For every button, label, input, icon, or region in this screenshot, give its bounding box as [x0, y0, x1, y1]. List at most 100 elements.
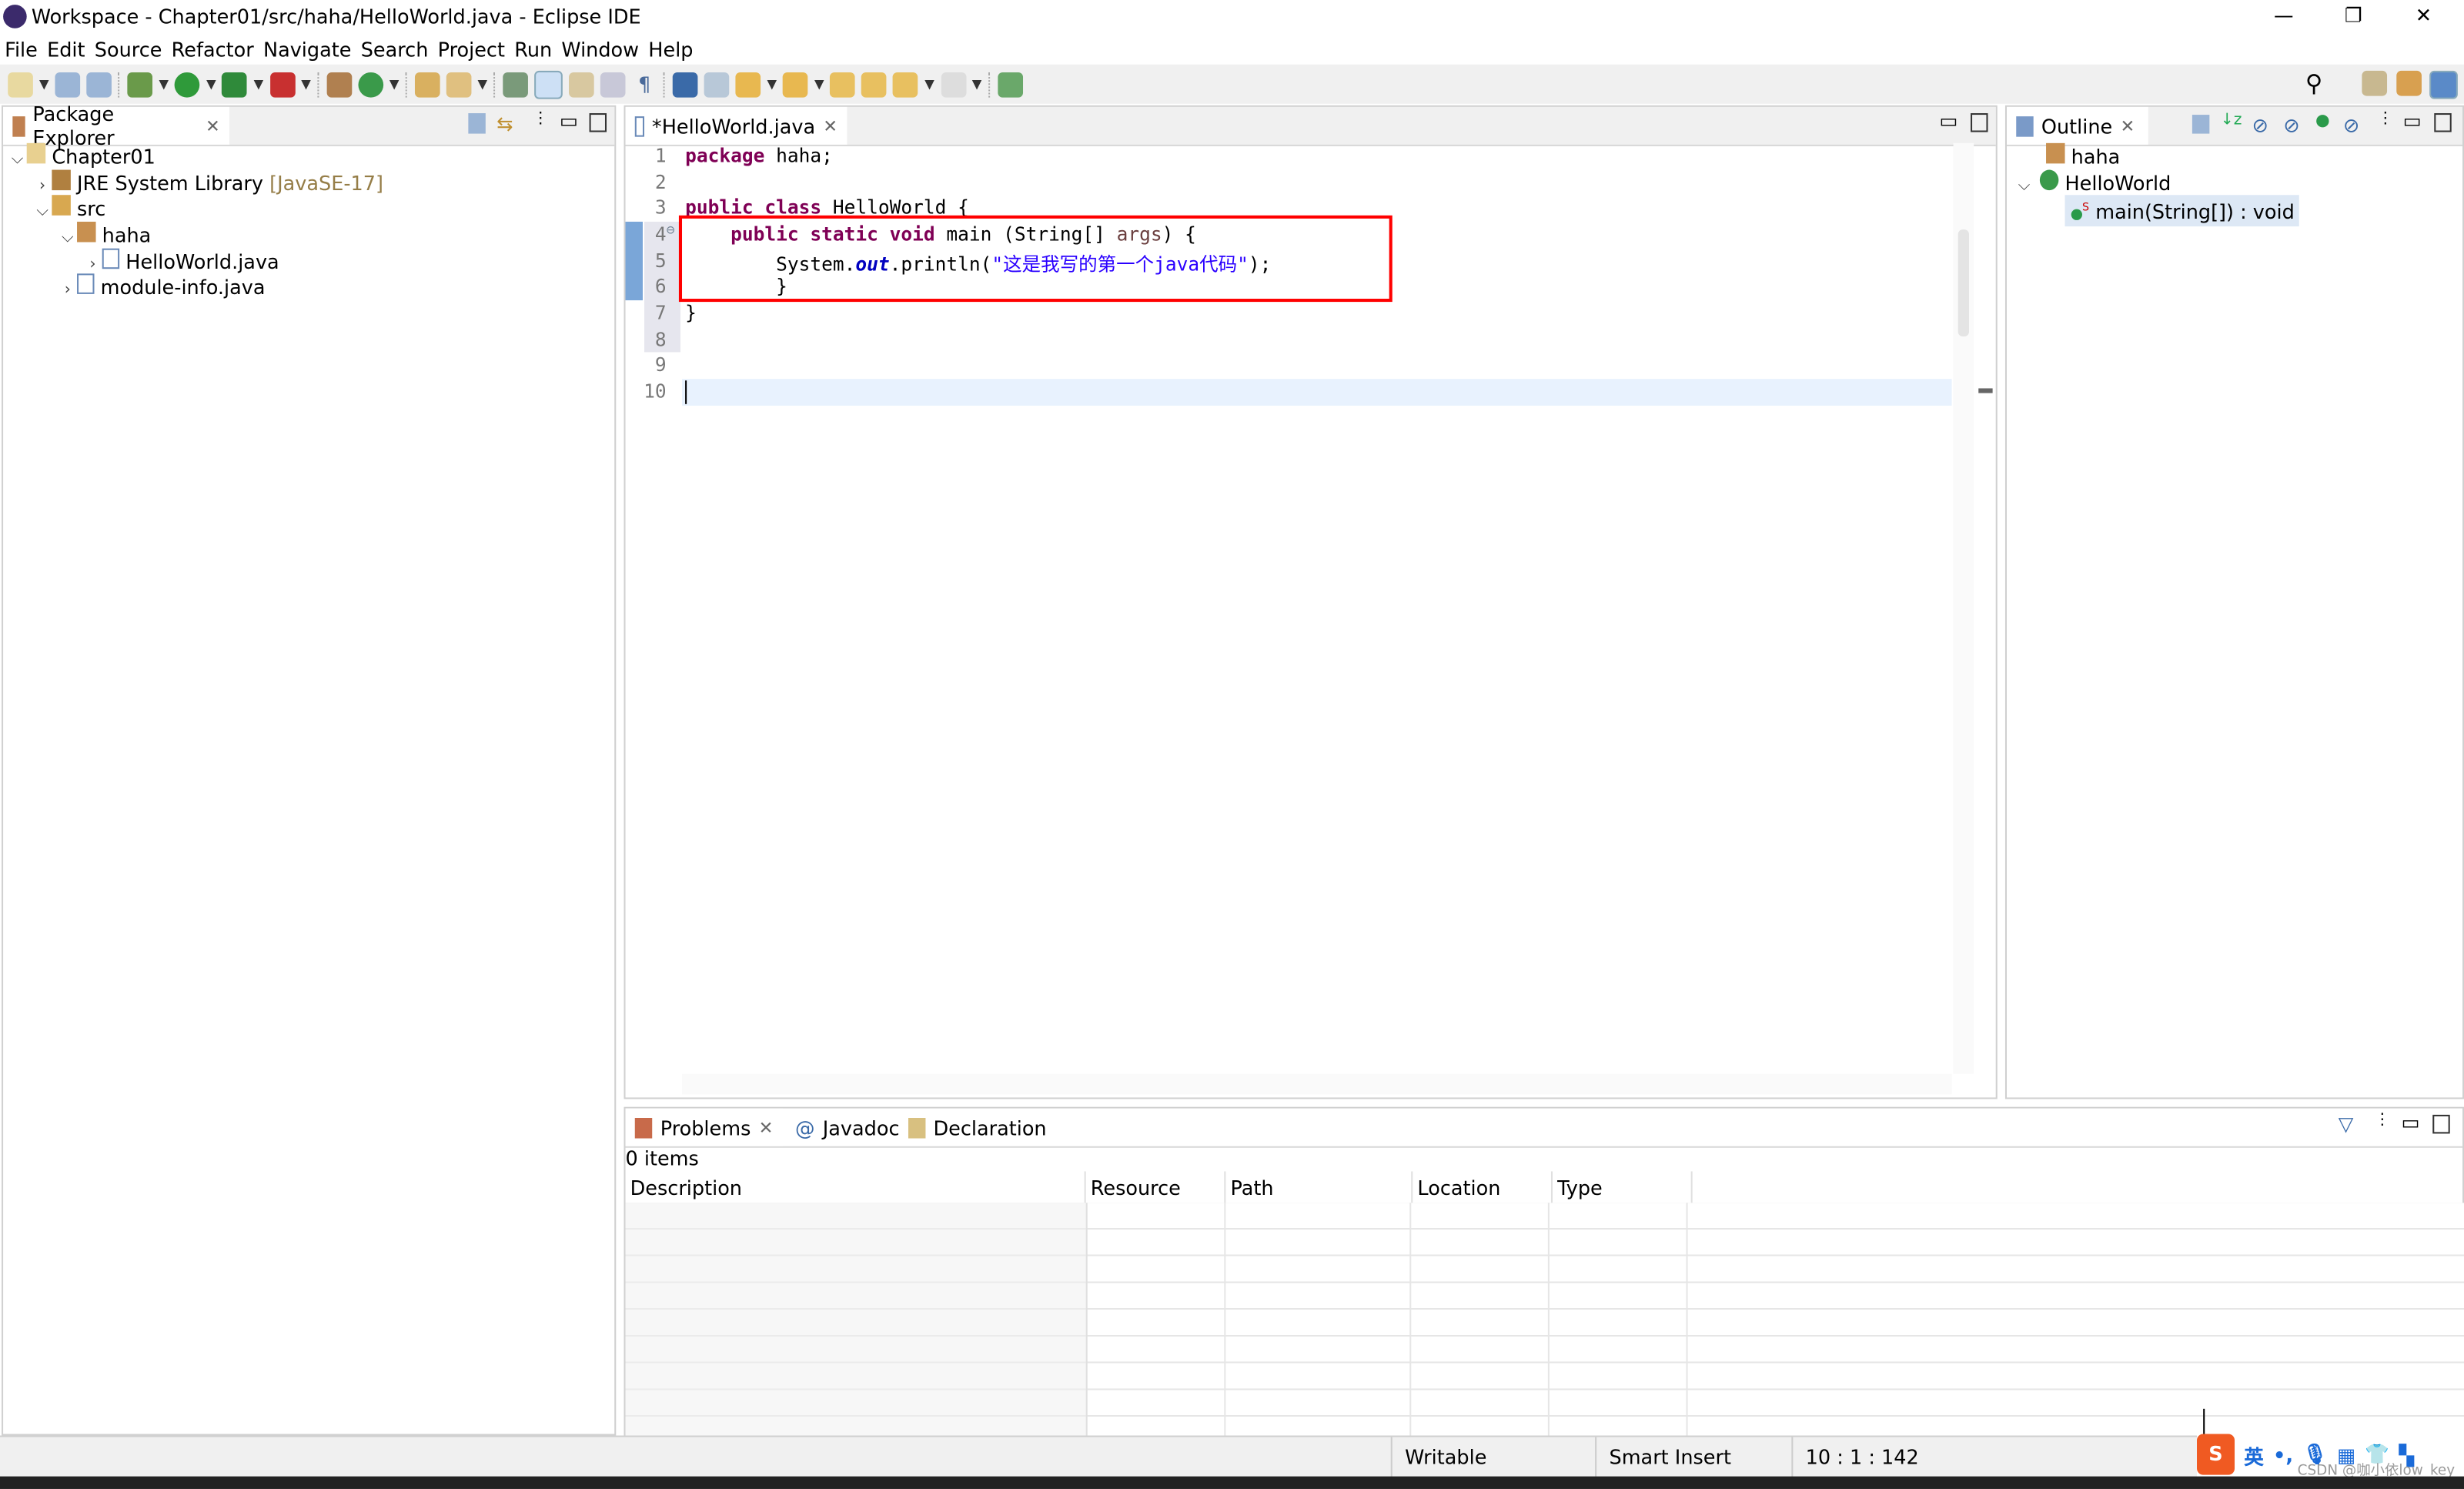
maximize-view-icon[interactable]: [1971, 113, 1988, 132]
restore-button[interactable]: ❐: [2345, 3, 2362, 27]
status-insert-mode[interactable]: Smart Insert: [1595, 1437, 1731, 1478]
dropdown-icon[interactable]: ▼: [254, 77, 264, 91]
next-annotation-icon[interactable]: [735, 71, 761, 97]
forward-icon[interactable]: [940, 71, 966, 97]
menu-window[interactable]: Window: [557, 35, 644, 65]
annotation-highlight-box: [678, 215, 1392, 303]
outline-item-method[interactable]: S main(String[]) : void: [2014, 195, 2299, 227]
save-icon[interactable]: [55, 71, 81, 97]
new-icon[interactable]: [8, 71, 33, 97]
menu-file[interactable]: File: [0, 35, 42, 65]
view-menu-icon[interactable]: ⋮: [533, 110, 548, 127]
mark-occurrences-icon[interactable]: [534, 69, 563, 99]
tab-declaration[interactable]: Declaration: [899, 1109, 1056, 1146]
view-menu-icon[interactable]: ⋮: [2375, 1112, 2390, 1129]
column-resource[interactable]: Resource: [1085, 1171, 1226, 1203]
menu-navigate[interactable]: Navigate: [259, 35, 356, 65]
menu-source[interactable]: Source: [90, 35, 167, 65]
menu-edit[interactable]: Edit: [42, 35, 90, 65]
link-with-editor-icon[interactable]: ⇆: [496, 112, 513, 136]
tab-package-explorer[interactable]: Package Explorer ✕: [3, 102, 230, 149]
code-editor[interactable]: 1 2 3 4 5 6 7 8 9 10 ⊖ package haha; pub…: [0, 143, 1952, 1071]
whitespace-icon[interactable]: ¶: [632, 72, 657, 97]
minimize-view-icon[interactable]: ▭: [2402, 109, 2421, 132]
debug-icon[interactable]: [127, 71, 153, 97]
dropdown-icon[interactable]: ▼: [206, 77, 216, 91]
outline-item-package[interactable]: haha: [2014, 142, 2299, 169]
column-type[interactable]: Type: [1551, 1171, 1693, 1203]
menu-project[interactable]: Project: [433, 35, 510, 65]
close-button[interactable]: ✕: [2416, 3, 2432, 27]
tab-javadoc[interactable]: @ Javadoc: [786, 1109, 899, 1146]
ime-language[interactable]: 英: [2244, 1440, 2264, 1470]
java-perspective-icon[interactable]: [2429, 70, 2458, 99]
dropdown-icon[interactable]: ▼: [477, 77, 487, 91]
dropdown-icon[interactable]: ▼: [924, 77, 934, 91]
dropdown-icon[interactable]: ▼: [972, 77, 982, 91]
menu-search[interactable]: Search: [356, 35, 433, 65]
save-all-icon[interactable]: [86, 71, 112, 97]
tab-outline[interactable]: Outline ✕: [2006, 106, 2148, 145]
close-tab-icon[interactable]: ✕: [2120, 115, 2135, 136]
back-icon[interactable]: [893, 71, 919, 97]
minimize-view-icon[interactable]: ▭: [2401, 1110, 2419, 1134]
last-edit-icon[interactable]: [830, 71, 856, 97]
dropdown-icon[interactable]: ▼: [301, 77, 311, 91]
search-tool-icon[interactable]: [446, 71, 472, 97]
forward-edit-icon[interactable]: [861, 71, 888, 97]
menu-help[interactable]: Help: [644, 35, 697, 65]
horizontal-scrollbar[interactable]: [682, 1073, 1952, 1095]
maximize-view-icon[interactable]: [2434, 113, 2452, 132]
open-task-icon[interactable]: [503, 71, 529, 97]
word-wrap-icon[interactable]: [569, 71, 594, 97]
column-location[interactable]: Location: [1412, 1171, 1553, 1203]
maximize-view-icon[interactable]: [2432, 1114, 2450, 1134]
dropdown-icon[interactable]: ▼: [39, 77, 49, 91]
close-tab-icon[interactable]: ✕: [206, 115, 220, 136]
ime-punctuation[interactable]: •,: [2273, 1443, 2293, 1467]
search-icon[interactable]: ⚲: [2305, 69, 2322, 98]
hide-local-types-icon[interactable]: ⊘: [2343, 113, 2359, 137]
collapse-all-icon[interactable]: [2192, 115, 2210, 134]
tab-helloworld-java[interactable]: *HelloWorld.java ✕: [625, 106, 848, 145]
view-menu-icon[interactable]: ⋮: [2378, 110, 2393, 127]
filter-icon[interactable]: ▽: [2339, 1112, 2354, 1136]
fold-collapse-icon[interactable]: ⊖: [667, 223, 675, 239]
dropdown-icon[interactable]: ▼: [389, 77, 400, 91]
scrollbar-thumb[interactable]: [1957, 229, 1969, 337]
vertical-scrollbar[interactable]: [1953, 142, 1974, 1074]
collapse-all-icon[interactable]: [468, 113, 486, 134]
close-tab-icon[interactable]: ✕: [823, 115, 837, 136]
hide-fields-icon[interactable]: ⊘: [2252, 113, 2268, 137]
dropdown-icon[interactable]: ▼: [814, 77, 824, 91]
external-tools-icon[interactable]: [269, 71, 296, 97]
close-tab-icon[interactable]: ✕: [759, 1117, 774, 1138]
tab-problems[interactable]: Problems ✕: [625, 1108, 783, 1146]
hide-nonpublic-icon[interactable]: [2316, 115, 2329, 128]
open-type-icon[interactable]: [414, 71, 440, 97]
sort-icon[interactable]: ↓z: [2221, 112, 2242, 129]
pin-editor-icon[interactable]: [997, 71, 1023, 97]
open-perspective-icon[interactable]: [2362, 70, 2388, 96]
previous-annotation-icon[interactable]: [783, 71, 808, 97]
outline-item-class[interactable]: ⌵ HelloWorld: [2014, 169, 2299, 196]
new-package-icon[interactable]: [326, 71, 352, 97]
block-selection-icon[interactable]: [600, 71, 626, 97]
minimize-button[interactable]: —: [2274, 3, 2294, 27]
dropdown-icon[interactable]: ▼: [159, 77, 169, 91]
menu-refactor[interactable]: Refactor: [167, 35, 259, 65]
minimize-view-icon[interactable]: ▭: [1939, 109, 1957, 132]
hide-static-icon[interactable]: ⊘: [2283, 113, 2299, 137]
java-ee-perspective-icon[interactable]: [2396, 70, 2422, 96]
new-class-icon[interactable]: [358, 71, 383, 97]
menu-run[interactable]: Run: [510, 35, 557, 65]
dropdown-icon[interactable]: ▼: [767, 77, 777, 91]
skip-breakpoints-icon[interactable]: [704, 71, 730, 97]
run-icon[interactable]: [175, 71, 200, 97]
column-path[interactable]: Path: [1225, 1171, 1413, 1203]
coverage-icon[interactable]: [222, 71, 248, 97]
console-icon[interactable]: [672, 71, 698, 97]
maximize-view-icon[interactable]: [589, 113, 607, 132]
minimize-view-icon[interactable]: ▭: [560, 109, 578, 132]
column-description[interactable]: Description: [625, 1171, 1086, 1203]
